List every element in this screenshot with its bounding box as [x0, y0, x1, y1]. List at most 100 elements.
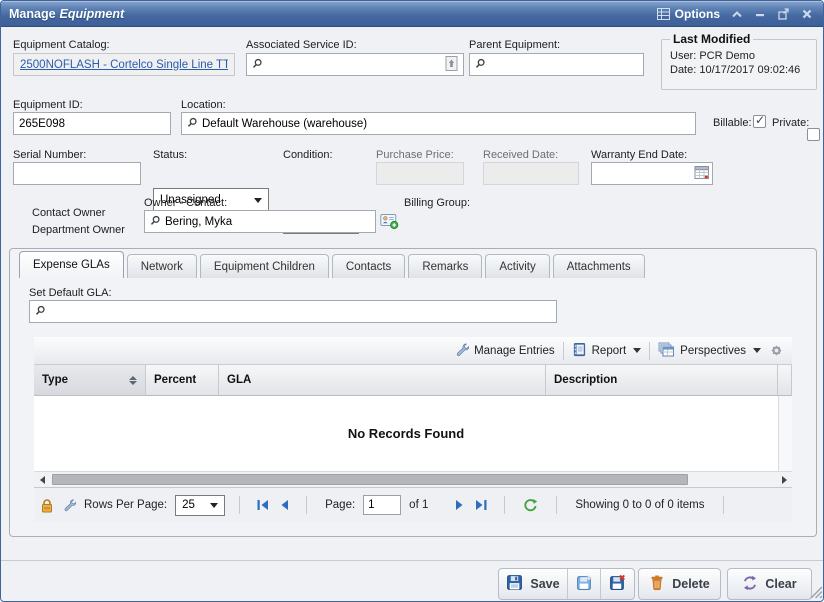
parent-equipment-field [469, 53, 644, 76]
scrollbar-track[interactable] [50, 472, 776, 487]
horizontal-scrollbar[interactable] [34, 471, 792, 487]
gear-icon[interactable] [769, 343, 784, 358]
grid-toolbar: Manage Entries Report Perspectives [34, 337, 792, 365]
chevron-down-icon [633, 348, 641, 353]
received-date-label: Received Date: [483, 149, 558, 161]
footer-separator [556, 496, 557, 514]
scroll-right-icon[interactable] [776, 472, 792, 487]
page-input[interactable] [363, 495, 401, 515]
tab-activity[interactable]: Activity [485, 254, 549, 278]
save-and-new-icon [576, 574, 593, 594]
perspectives-button[interactable]: Perspectives [658, 342, 761, 360]
service-id-picker-button[interactable] [445, 55, 458, 75]
last-modified-panel: Last Modified User: PCR Demo Date: 10/17… [661, 32, 817, 90]
wrench-icon[interactable] [62, 498, 76, 512]
equipment-id-input[interactable] [19, 118, 165, 130]
column-label: Description [554, 374, 617, 386]
serial-number-label: Serial Number: [13, 149, 86, 161]
column-label: Type [42, 374, 68, 386]
column-header-filler [778, 365, 792, 396]
grid-empty-message: No Records Found [34, 396, 778, 471]
grid-scroll-filler [778, 396, 792, 471]
billable-checkbox[interactable] [753, 115, 766, 128]
title-bar: ManageEquipment Options [1, 1, 823, 27]
options-list-icon [657, 8, 670, 20]
add-contact-icon[interactable] [380, 212, 399, 230]
associated-service-id-label: Associated Service ID: [246, 39, 357, 51]
tab-network[interactable]: Network [127, 254, 197, 278]
close-icon[interactable] [801, 9, 813, 20]
previous-page-icon[interactable] [278, 499, 290, 511]
received-date-field [483, 162, 579, 185]
save-and-close-button[interactable] [601, 569, 634, 599]
clear-button[interactable]: Clear [727, 568, 812, 600]
owner-contact-label: Owner - Contact: [144, 197, 227, 209]
refresh-icon[interactable] [523, 498, 538, 513]
tab-attachments[interactable]: Attachments [553, 254, 645, 278]
footer-separator [306, 496, 307, 514]
parent-equipment-input[interactable] [490, 59, 638, 71]
toolbar-separator [563, 342, 564, 360]
set-default-gla-label: Set Default GLA: [29, 287, 112, 299]
manage-entries-button[interactable]: Manage Entries [454, 342, 555, 360]
save-button-group: Save [498, 568, 635, 600]
owner-contact-field [144, 210, 376, 233]
location-input[interactable] [202, 118, 690, 130]
lock-icon[interactable] [40, 498, 54, 513]
collapse-icon[interactable] [731, 9, 743, 20]
purchase-price-label: Purchase Price: [376, 149, 454, 161]
tab-equipment-children[interactable]: Equipment Children [200, 254, 329, 278]
serial-number-input[interactable] [19, 168, 135, 180]
column-header-description[interactable]: Description [546, 365, 778, 396]
tab-label: Attachments [567, 261, 631, 273]
last-page-icon[interactable] [474, 499, 488, 511]
calendar-icon[interactable] [694, 164, 710, 183]
owner-contact-input[interactable] [165, 216, 370, 228]
next-page-icon[interactable] [454, 499, 466, 511]
column-label: GLA [227, 374, 251, 386]
column-header-percent[interactable]: Percent [146, 365, 219, 396]
sort-icon [129, 376, 137, 385]
associated-service-id-input[interactable] [267, 59, 441, 71]
tab-label: Activity [499, 261, 535, 273]
options-label: Options [675, 7, 720, 21]
report-button[interactable]: Report [572, 342, 642, 360]
tab-expense-glas[interactable]: Expense GLAs [19, 251, 124, 278]
expand-icon[interactable] [777, 8, 790, 20]
window-title: ManageEquipment [9, 7, 124, 21]
tab-contacts[interactable]: Contacts [332, 254, 405, 278]
associated-service-id-field [246, 53, 464, 76]
equipment-catalog-link[interactable]: 2500NOFLASH - Cortelco Single Line TT D.… [20, 59, 228, 71]
condition-label: Condition: [283, 149, 333, 161]
private-label: Private: [772, 117, 809, 129]
delete-label: Delete [672, 577, 710, 591]
private-checkbox[interactable] [807, 128, 820, 141]
scroll-left-icon[interactable] [34, 472, 50, 487]
save-button[interactable]: Save [499, 569, 568, 599]
minimize-icon[interactable] [754, 9, 766, 20]
tab-label: Expense GLAs [33, 259, 110, 271]
set-default-gla-input[interactable] [50, 306, 551, 318]
showing-items-text: Showing 0 to 0 of 0 items [575, 499, 704, 511]
clear-icon [742, 575, 758, 594]
search-icon [35, 305, 46, 319]
column-header-type[interactable]: Type [34, 365, 146, 396]
tab-remarks[interactable]: Remarks [408, 254, 482, 278]
tab-label: Equipment Children [214, 261, 315, 273]
column-header-gla[interactable]: GLA [219, 365, 546, 396]
equipment-id-label: Equipment ID: [13, 99, 83, 111]
delete-button[interactable]: Delete [638, 568, 721, 600]
rows-per-page-select[interactable]: 25 [175, 495, 225, 516]
scrollbar-thumb[interactable] [52, 474, 688, 485]
first-page-icon[interactable] [256, 499, 270, 511]
resize-grip[interactable] [807, 583, 823, 602]
options-button[interactable]: Options [657, 7, 720, 21]
search-icon [252, 58, 263, 72]
save-and-new-button[interactable] [568, 569, 601, 599]
parent-equipment-label: Parent Equipment: [469, 39, 560, 51]
billing-group-label: Billing Group: [404, 197, 470, 209]
purchase-price-field [376, 162, 464, 185]
warranty-end-date-input[interactable] [597, 168, 690, 180]
last-modified-date: Date: 10/17/2017 09:02:46 [670, 64, 808, 76]
page-of-text: of 1 [409, 499, 428, 511]
